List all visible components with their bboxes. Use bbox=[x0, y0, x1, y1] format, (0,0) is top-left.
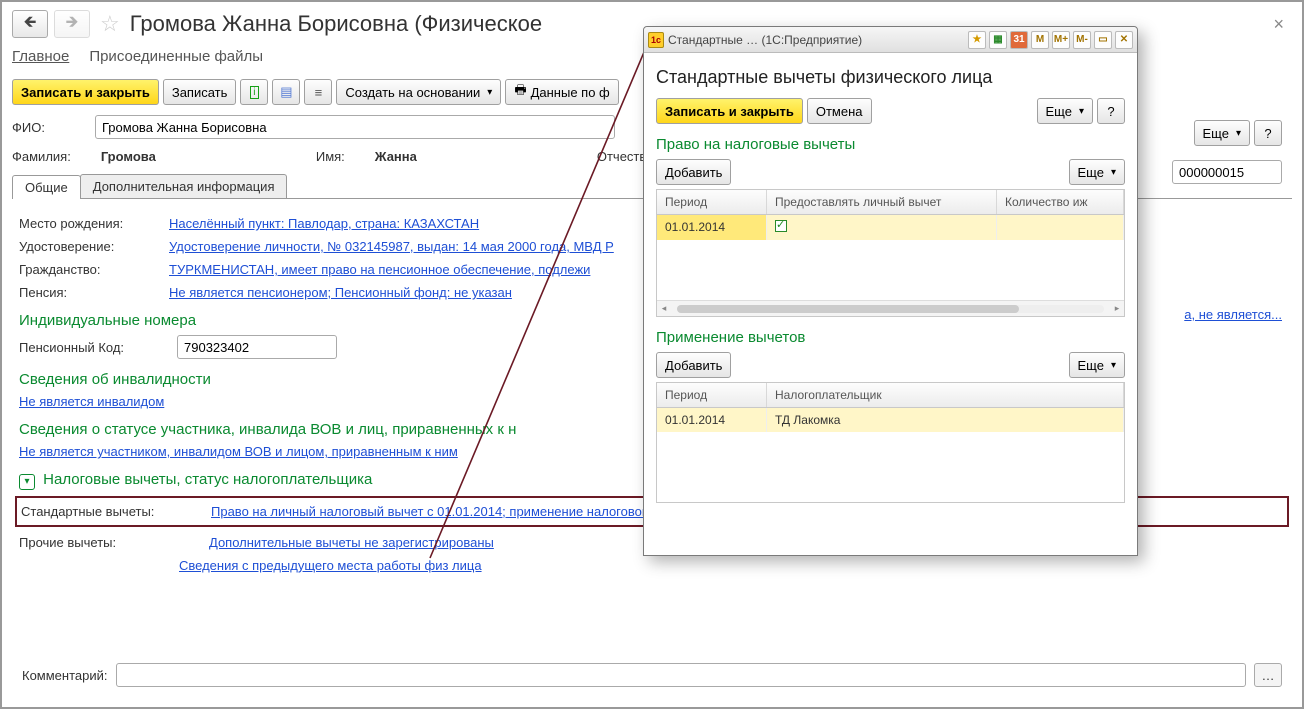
grid-right-deductions: Период Предоставлять личный вычет Количе… bbox=[656, 189, 1125, 317]
dialog-window-title: Стандартные … (1С:Предприятие) bbox=[668, 33, 968, 47]
subnav-files[interactable]: Присоединенные файлы bbox=[89, 48, 263, 65]
grid2-col-period[interactable]: Период bbox=[657, 383, 767, 407]
grid1-col-period[interactable]: Период bbox=[657, 190, 767, 214]
app-icon: 1c bbox=[648, 32, 664, 48]
data-on-button[interactable]: 🖶 Данные по ф bbox=[505, 79, 618, 105]
close-icon[interactable]: × bbox=[1273, 14, 1284, 35]
grid2-more-button[interactable]: Еще▾ bbox=[1069, 352, 1125, 378]
citizenship-link[interactable]: ТУРКМЕНИСТАН, имеет право на пенсионное … bbox=[169, 262, 590, 277]
grid1-more-button[interactable]: Еще▾ bbox=[1069, 159, 1125, 185]
grid1-cell-personal[interactable] bbox=[767, 215, 997, 240]
fio-input[interactable] bbox=[95, 115, 615, 139]
grid-apply-deductions: Период Налогоплательщик 01.01.2014 ТД Ла… bbox=[656, 382, 1125, 503]
pension-link[interactable]: Не является пенсионером; Пенсионный фонд… bbox=[169, 285, 512, 300]
m-minus-button[interactable]: M- bbox=[1073, 31, 1091, 49]
grid1-more-label: Еще bbox=[1078, 165, 1104, 180]
pension-code-label: Пенсионный Код: bbox=[19, 340, 169, 355]
toolbar-icon-2[interactable]: ▤ bbox=[272, 79, 300, 105]
name-label: Имя: bbox=[316, 149, 345, 164]
grid1-hscroll[interactable]: ◂ ▸ bbox=[657, 300, 1124, 316]
disability-link[interactable]: Не является инвалидом bbox=[19, 394, 164, 409]
dialog-more-button[interactable]: Еще▾ bbox=[1037, 98, 1093, 124]
more-button-main[interactable]: Еще▾ bbox=[1194, 120, 1250, 146]
forward-button[interactable]: 🡺 bbox=[54, 10, 90, 38]
m-plus-button[interactable]: M+ bbox=[1052, 31, 1070, 49]
grid2-col-payer[interactable]: Налогоплательщик bbox=[767, 383, 1124, 407]
tab-common[interactable]: Общие bbox=[12, 175, 81, 199]
other-ded-label: Прочие вычеты: bbox=[19, 535, 209, 550]
dialog-save-close-button[interactable]: Записать и закрыть bbox=[656, 98, 803, 124]
pension-code-input[interactable] bbox=[177, 335, 337, 359]
dialog-more-label: Еще bbox=[1046, 104, 1072, 119]
grid2-row[interactable]: 01.01.2014 ТД Лакомка bbox=[657, 408, 1124, 432]
comment-picker-button[interactable]: … bbox=[1254, 663, 1282, 687]
dialog-help-button[interactable]: ? bbox=[1097, 98, 1125, 124]
citizenship-label: Гражданство: bbox=[19, 262, 169, 277]
dialog-title: Стандартные вычеты физического лица bbox=[656, 67, 1125, 88]
grid1-col-personal[interactable]: Предоставлять личный вычет bbox=[767, 190, 997, 214]
grid1-add-button[interactable]: Добавить bbox=[656, 159, 731, 185]
id-link[interactable]: Удостоверение личности, № 032145987, выд… bbox=[169, 239, 614, 254]
citizenship-tail-link[interactable]: а, не является... bbox=[1184, 307, 1282, 322]
section-right-deductions: Право на налоговые вычеты bbox=[656, 136, 1125, 153]
comment-input[interactable] bbox=[116, 663, 1247, 687]
section-apply-deductions: Применение вычетов bbox=[656, 329, 1125, 346]
subnav-main[interactable]: Главное bbox=[12, 48, 69, 65]
m-button[interactable]: M bbox=[1031, 31, 1049, 49]
birthplace-link[interactable]: Населённый пункт: Павлодар, страна: КАЗА… bbox=[169, 216, 479, 231]
grid2-add-button[interactable]: Добавить bbox=[656, 352, 731, 378]
grid1-cell-count bbox=[997, 215, 1124, 240]
create-on-basis-label: Создать на основании bbox=[345, 85, 480, 100]
grid1-col-count[interactable]: Количество иж bbox=[997, 190, 1124, 214]
section-tax-label: Налоговые вычеты, статус налогоплательщи… bbox=[43, 471, 372, 488]
grid1-cell-period: 01.01.2014 bbox=[657, 215, 767, 240]
surname-label: Фамилия: bbox=[12, 149, 71, 164]
data-on-label: Данные по ф bbox=[531, 85, 610, 100]
name-value: Жанна bbox=[375, 149, 417, 164]
scroll-left-icon[interactable]: ◂ bbox=[657, 302, 671, 316]
toolbar-icon-1[interactable]: i bbox=[240, 79, 268, 105]
help-button-main[interactable]: ? bbox=[1254, 120, 1282, 146]
collapse-toggle-icon[interactable]: ▾ bbox=[19, 474, 35, 490]
window-close-icon[interactable]: ✕ bbox=[1115, 31, 1133, 49]
prev-workplace-link[interactable]: Сведения с предыдущего места работы физ … bbox=[179, 558, 482, 573]
grid2-cell-payer: ТД Лакомка bbox=[767, 408, 1124, 432]
grid2-cell-period: 01.01.2014 bbox=[657, 408, 767, 432]
print-icon: 🖶 bbox=[514, 81, 526, 103]
window-restore-icon[interactable]: ▭ bbox=[1094, 31, 1112, 49]
grid1-row[interactable]: 01.01.2014 bbox=[657, 215, 1124, 240]
dialog-cancel-button[interactable]: Отмена bbox=[807, 98, 872, 124]
grid2-more-label: Еще bbox=[1078, 358, 1104, 373]
comment-label: Комментарий: bbox=[22, 668, 108, 683]
birthplace-label: Место рождения: bbox=[19, 216, 169, 231]
id-label: Удостоверение: bbox=[19, 239, 169, 254]
scroll-right-icon[interactable]: ▸ bbox=[1110, 302, 1124, 316]
other-ded-link[interactable]: Дополнительные вычеты не зарегистрирован… bbox=[209, 535, 494, 550]
save-close-button[interactable]: Записать и закрыть bbox=[12, 79, 159, 105]
more-label: Еще bbox=[1203, 126, 1229, 141]
pension-label: Пенсия: bbox=[19, 285, 169, 300]
surname-value: Громова bbox=[101, 149, 156, 164]
save-button[interactable]: Записать bbox=[163, 79, 237, 105]
vov-link[interactable]: Не является участником, инвалидом ВОВ и … bbox=[19, 444, 458, 459]
favorite-star-icon[interactable]: ☆ bbox=[100, 11, 120, 37]
deductions-dialog: 1c Стандартные … (1С:Предприятие) ★ ▦ 31… bbox=[643, 26, 1138, 556]
create-on-basis-button[interactable]: Создать на основании▾ bbox=[336, 79, 501, 105]
calendar-icon[interactable]: 31 bbox=[1010, 31, 1028, 49]
tab-extra[interactable]: Дополнительная информация bbox=[80, 174, 288, 198]
page-title: Громова Жанна Борисовна (Физическое bbox=[130, 11, 542, 37]
fav-icon[interactable]: ★ bbox=[968, 31, 986, 49]
calc-icon[interactable]: ▦ bbox=[989, 31, 1007, 49]
checkbox-icon[interactable] bbox=[775, 220, 787, 232]
fio-label: ФИО: bbox=[12, 120, 87, 135]
toolbar-icon-3[interactable]: ≡ bbox=[304, 79, 332, 105]
back-button[interactable]: 🡸 bbox=[12, 10, 48, 38]
std-ded-label: Стандартные вычеты: bbox=[21, 504, 211, 519]
code-field[interactable] bbox=[1172, 160, 1282, 184]
